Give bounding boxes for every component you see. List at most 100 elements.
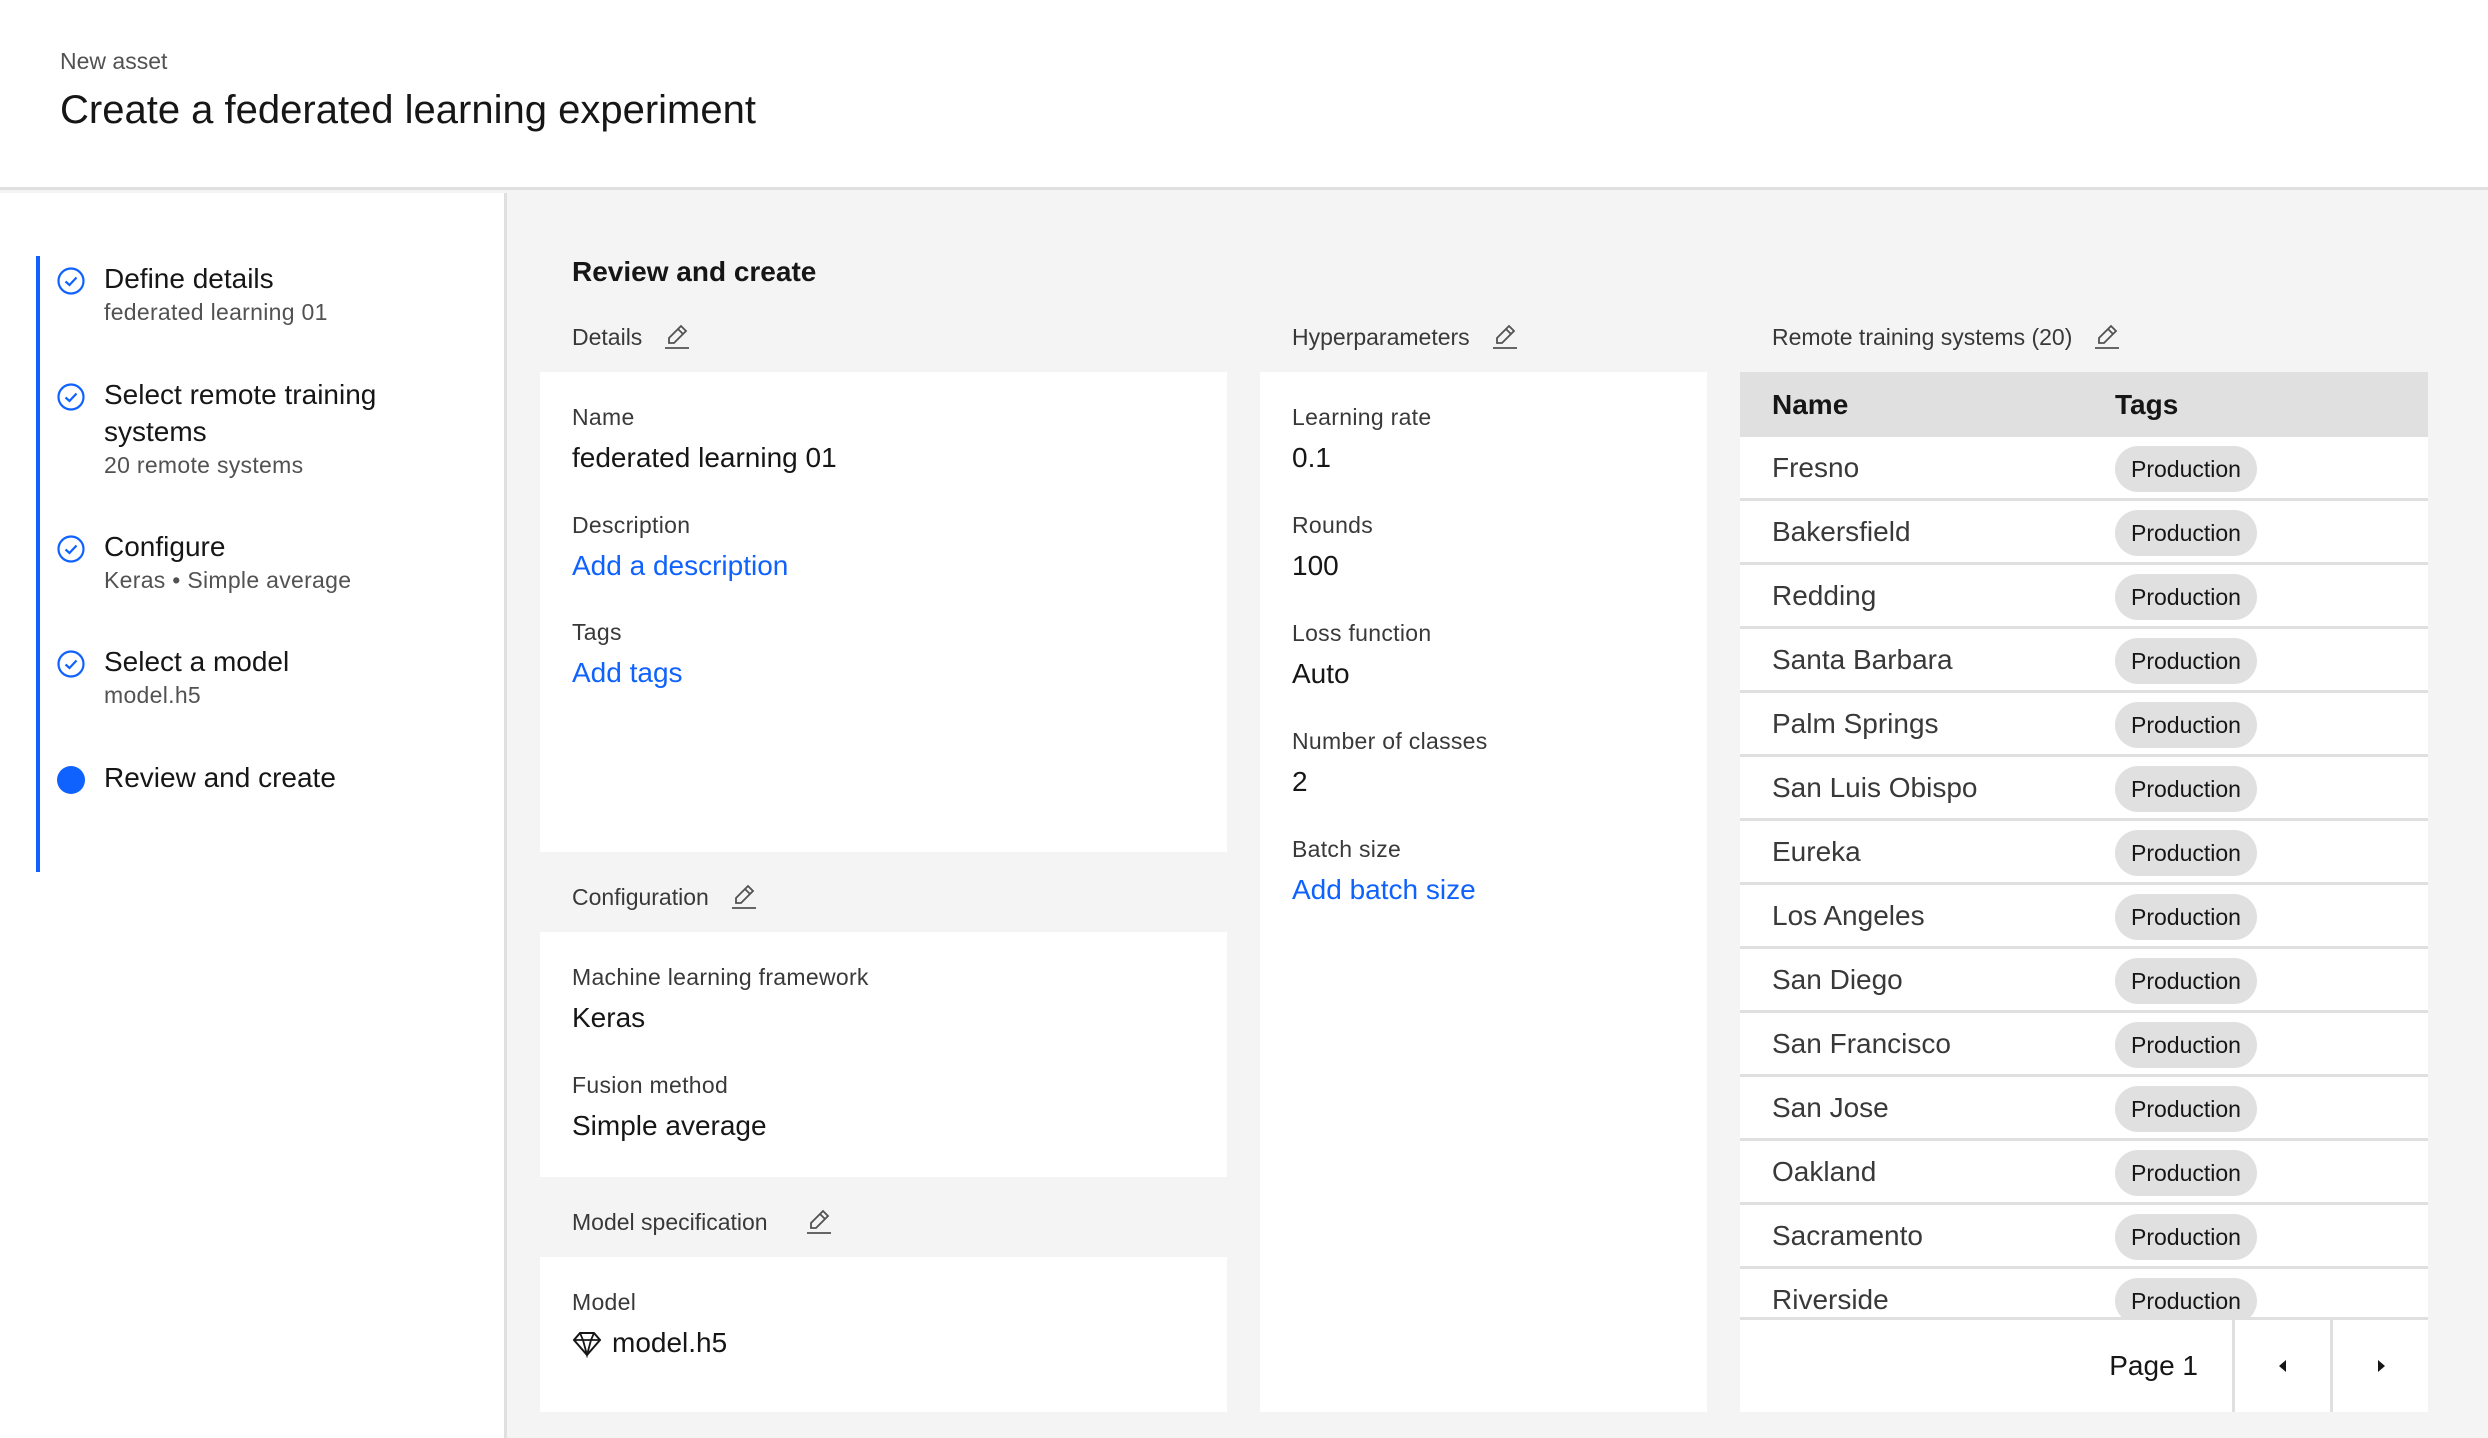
page-title: Create a federated learning experiment: [60, 88, 756, 132]
learning-rate-field: Learning rate 0.1: [1292, 402, 1431, 478]
caret-right-icon: [2377, 1360, 2385, 1372]
step-subtitle: model.h5: [104, 682, 202, 708]
page-header: New asset Create a federated learning ex…: [0, 0, 2488, 190]
system-name: Palm Springs: [1772, 708, 1939, 739]
fusion-method-field: Fusion method Simple average: [572, 1070, 767, 1146]
progress-sidebar: Define details federated learning 01 Sel…: [0, 193, 507, 1438]
description-field: Description Add a description: [572, 510, 788, 586]
model-spec-label: Model specification: [572, 1208, 768, 1235]
field-label: Rounds: [1292, 512, 1374, 538]
system-name: Santa Barbara: [1772, 644, 1953, 675]
tag-badge: Production: [2115, 574, 2257, 620]
table-row[interactable]: Oakland Production: [1740, 1141, 2428, 1205]
field-label: Name: [572, 404, 635, 430]
details-group-label: Details: [572, 322, 692, 352]
edit-icon[interactable]: [2092, 322, 2122, 352]
tag-badge: Production: [2115, 766, 2257, 812]
system-name: Fresno: [1772, 452, 1860, 483]
tag-badge: Production: [2115, 638, 2257, 684]
edit-icon[interactable]: [729, 882, 759, 912]
table-row[interactable]: Palm Springs Production: [1740, 693, 2428, 757]
field-value: Keras: [572, 1002, 646, 1033]
previous-page-button[interactable]: [2232, 1320, 2330, 1412]
model-spec-group-label: Model specification: [572, 1207, 834, 1237]
table-row[interactable]: Santa Barbara Production: [1740, 629, 2428, 693]
column-header-tags[interactable]: Tags: [2115, 372, 2178, 437]
table-header: Name Tags: [1740, 372, 2428, 437]
field-value: Simple average: [572, 1110, 767, 1141]
system-name: Oakland: [1772, 1156, 1877, 1187]
table-row[interactable]: San Diego Production: [1740, 949, 2428, 1013]
field-label: Tags: [572, 619, 622, 645]
caret-left-icon: [2278, 1360, 2286, 1372]
checkmark-outline-icon: [57, 267, 85, 295]
remote-systems-table: Name Tags Fresno Production Bakersfield Pro…: [1740, 372, 2428, 1412]
edit-icon[interactable]: [662, 322, 692, 352]
edit-icon[interactable]: [804, 1207, 834, 1237]
table-row[interactable]: Los Angeles Production: [1740, 885, 2428, 949]
field-value: federated learning 01: [572, 442, 837, 473]
batch-size-field: Batch size Add batch size: [1292, 834, 1476, 910]
current-step-icon: [57, 766, 85, 794]
number-of-classes-field: Number of classes 2: [1292, 726, 1488, 802]
details-card: Name federated learning 01 Description A…: [540, 372, 1227, 852]
hyperparameters-label: Hyperparameters: [1292, 323, 1470, 350]
step-title: Select a model: [104, 646, 290, 677]
tag-badge: Production: [2115, 1086, 2257, 1132]
table-row[interactable]: San Francisco Production: [1740, 1013, 2428, 1077]
table-row[interactable]: San Luis Obispo Production: [1740, 757, 2428, 821]
column-header-name[interactable]: Name: [1772, 372, 1848, 437]
step-subtitle: federated learning 01: [104, 299, 328, 325]
edit-icon[interactable]: [1490, 322, 1520, 352]
field-label: Description: [572, 512, 691, 538]
step-title: Define details: [104, 263, 274, 294]
next-page-button[interactable]: [2330, 1320, 2428, 1412]
tag-badge: Production: [2115, 958, 2257, 1004]
tag-badge: Production: [2115, 510, 2257, 556]
model-field: Model model.h5: [572, 1287, 727, 1363]
section-title: Review and create: [572, 256, 817, 287]
tag-badge: Production: [2115, 1150, 2257, 1196]
table-row[interactable]: Fresno Production: [1740, 437, 2428, 501]
remote-systems-label: Remote training systems (20): [1772, 323, 2073, 350]
table-row[interactable]: Eureka Production: [1740, 821, 2428, 885]
tag-badge: Production: [2115, 446, 2257, 492]
system-name: San Francisco: [1772, 1028, 1951, 1059]
configuration-group-label: Configuration: [572, 882, 759, 912]
model-diamond-icon: [572, 1332, 602, 1358]
field-value: 2: [1292, 766, 1308, 797]
tag-badge: Production: [2115, 1022, 2257, 1068]
details-label: Details: [572, 323, 643, 350]
hyperparameters-card: Learning rate 0.1 Rounds 100 Loss functi…: [1260, 372, 1707, 1412]
tag-badge: Production: [2115, 1214, 2257, 1260]
table-row[interactable]: Redding Production: [1740, 565, 2428, 629]
table-row[interactable]: Sacramento Production: [1740, 1205, 2428, 1269]
system-name: Riverside: [1772, 1284, 1889, 1315]
system-name: Los Angeles: [1772, 900, 1925, 931]
table-body[interactable]: Fresno Production Bakersfield Production Red…: [1740, 437, 2428, 1317]
table-row[interactable]: Riverside Production: [1740, 1269, 2428, 1317]
model-value-row: model.h5: [572, 1323, 727, 1363]
step-title: Configure: [104, 531, 226, 562]
checkmark-outline-icon: [57, 650, 85, 678]
field-value: 0.1: [1292, 442, 1331, 473]
name-field: Name federated learning 01: [572, 402, 837, 478]
add-tags-link[interactable]: Add tags: [572, 653, 683, 693]
field-label: Loss function: [1292, 620, 1432, 646]
remote-systems-group-label: Remote training systems (20): [1772, 322, 2122, 352]
field-label: Model: [572, 1289, 637, 1315]
table-row[interactable]: San Jose Production: [1740, 1077, 2428, 1141]
tag-badge: Production: [2115, 1278, 2257, 1317]
add-description-link[interactable]: Add a description: [572, 546, 788, 586]
system-name: Redding: [1772, 580, 1877, 611]
table-row[interactable]: Bakersfield Production: [1740, 501, 2428, 565]
step-subtitle: 20 remote systems: [104, 452, 304, 478]
system-name: Sacramento: [1772, 1220, 1923, 1251]
system-name: Bakersfield: [1772, 516, 1911, 547]
page-eyebrow: New asset: [60, 48, 168, 74]
add-batch-size-link[interactable]: Add batch size: [1292, 870, 1476, 910]
loss-function-field: Loss function Auto: [1292, 618, 1431, 694]
field-label: Fusion method: [572, 1072, 729, 1098]
field-value: model.h5: [612, 1327, 728, 1358]
step-title: Select remote training systems: [104, 379, 377, 447]
